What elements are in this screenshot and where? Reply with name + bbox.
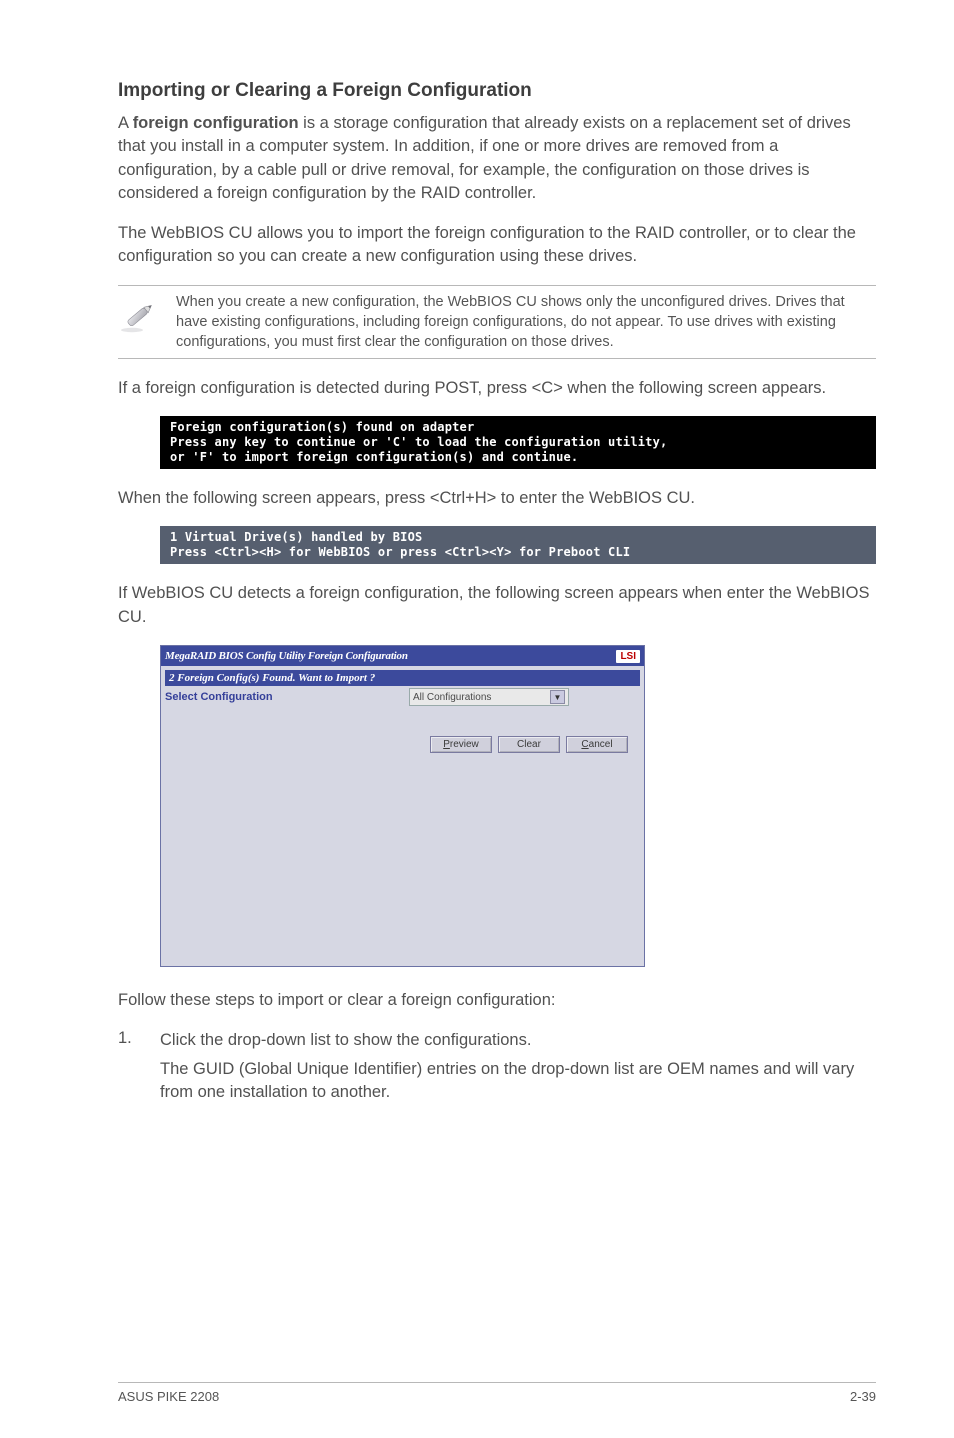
dialog-body: 2 Foreign Config(s) Found. Want to Impor… <box>161 666 644 966</box>
note-text: When you create a new configuration, the… <box>176 292 876 352</box>
dialog-found-bar: 2 Foreign Config(s) Found. Want to Impor… <box>165 670 640 686</box>
paragraph-6: Follow these steps to import or clear a … <box>118 989 876 1012</box>
lsi-logo: LSI <box>616 650 640 663</box>
section-heading: Importing or Clearing a Foreign Configur… <box>118 80 876 102</box>
clear-button[interactable]: Clear <box>498 736 560 753</box>
dialog-title: MegaRAID BIOS Config Utility Foreign Con… <box>165 650 408 662</box>
cancel-label: ancel <box>589 739 613 750</box>
footer-page-number: 2-39 <box>850 1389 876 1404</box>
cancel-button[interactable]: Cancel <box>566 736 628 753</box>
chevron-down-icon: ▼ <box>550 690 565 704</box>
step-1-body: Click the drop-down list to show the con… <box>160 1029 876 1111</box>
paragraph-3: If a foreign configuration is detected d… <box>118 377 876 400</box>
terminal-webbios-prompt: 1 Virtual Drive(s) handled by BIOS Press… <box>160 526 876 564</box>
step-1-number: 1. <box>118 1029 160 1111</box>
footer-left: ASUS PIKE 2208 <box>118 1389 219 1404</box>
step-1-line-b: The GUID (Global Unique Identifier) entr… <box>160 1058 876 1105</box>
note-block: When you create a new configuration, the… <box>118 285 876 359</box>
paragraph-2: The WebBIOS CU allows you to import the … <box>118 222 876 269</box>
preview-button[interactable]: Preview <box>430 736 492 753</box>
select-config-label: Select Configuration <box>165 691 405 703</box>
paragraph-4: When the following screen appears, press… <box>118 487 876 510</box>
step-1: 1. Click the drop-down list to show the … <box>118 1029 876 1111</box>
dialog-buttons: Preview Clear Cancel <box>165 736 640 753</box>
pencil-icon <box>118 292 160 336</box>
config-row: Select Configuration All Configurations … <box>165 688 640 706</box>
page-footer: ASUS PIKE 2208 2-39 <box>118 1382 876 1404</box>
config-dropdown-value: All Configurations <box>413 692 491 703</box>
paragraph-1-prefix: A <box>118 114 133 132</box>
foreign-config-dialog: MegaRAID BIOS Config Utility Foreign Con… <box>160 645 645 967</box>
step-1-line-a: Click the drop-down list to show the con… <box>160 1029 876 1052</box>
config-dropdown[interactable]: All Configurations ▼ <box>409 688 569 706</box>
paragraph-5: If WebBIOS CU detects a foreign configur… <box>118 582 876 629</box>
terminal-foreign-config: Foreign configuration(s) found on adapte… <box>160 416 876 469</box>
clear-label: Clear <box>517 739 541 750</box>
steps-list: 1. Click the drop-down list to show the … <box>118 1029 876 1111</box>
foreign-config-bold: foreign configuration <box>133 114 299 132</box>
dialog-titlebar: MegaRAID BIOS Config Utility Foreign Con… <box>161 646 644 666</box>
paragraph-1: A foreign configuration is a storage con… <box>118 112 876 206</box>
preview-label: review <box>450 739 479 750</box>
